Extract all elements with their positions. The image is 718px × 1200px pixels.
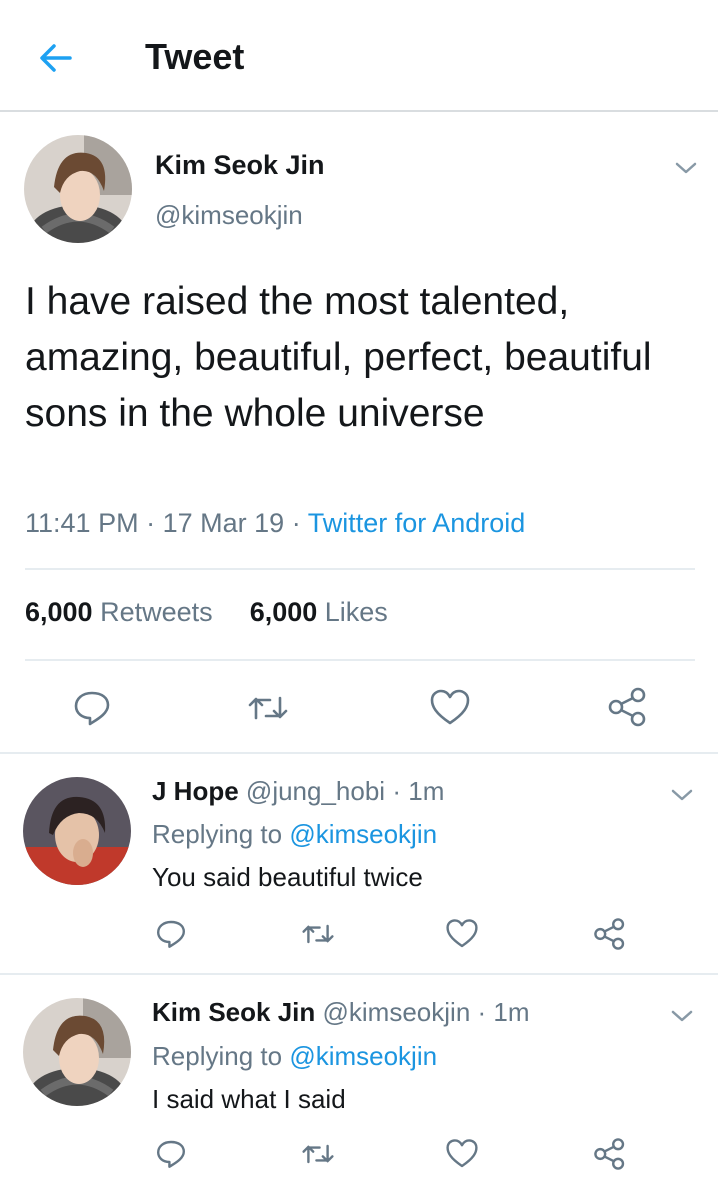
like-icon[interactable] (429, 688, 471, 728)
like-label[interactable]: Likes (325, 597, 388, 627)
meta-separator: · (291, 508, 301, 538)
tweet-time: 11:41 PM (25, 508, 139, 538)
reply-time: 1m (408, 776, 445, 806)
reply-author-avatar[interactable] (23, 998, 131, 1106)
retweet-icon[interactable] (300, 1138, 336, 1170)
divider (25, 568, 695, 570)
like-icon[interactable] (445, 918, 479, 950)
reply-icon[interactable] (155, 918, 187, 950)
chevron-down-icon[interactable] (674, 160, 698, 176)
reply-icon[interactable] (155, 1138, 187, 1170)
reply-author-name[interactable]: J Hope (152, 776, 239, 806)
divider (0, 973, 718, 975)
tweet-date: 17 Mar 19 (162, 508, 285, 538)
like-icon[interactable] (445, 1138, 479, 1170)
back-arrow-icon[interactable] (34, 36, 78, 80)
tweet-meta: 11:41 PM · 17 Mar 19 · Twitter for Andro… (25, 508, 525, 539)
retweet-icon[interactable] (300, 918, 336, 950)
reply-author-handle[interactable]: @kimseokjin (323, 997, 471, 1027)
page-title: Tweet (145, 36, 245, 77)
author-handle[interactable]: @kimseokjin (155, 200, 303, 231)
chevron-down-icon[interactable] (670, 1008, 694, 1024)
replying-to-prefix: Replying to (152, 819, 283, 849)
reply-text: You said beautiful twice (152, 862, 423, 892)
meta-separator: · (146, 508, 156, 538)
like-count[interactable]: 6,000 (250, 597, 318, 627)
share-icon[interactable] (593, 1137, 627, 1171)
divider (25, 659, 695, 661)
share-icon[interactable] (593, 917, 627, 951)
reply-text: I said what I said (152, 1084, 346, 1114)
chevron-down-icon[interactable] (670, 787, 694, 803)
reply-header: J Hope @jung_hobi · 1m (152, 776, 444, 807)
retweet-label[interactable]: Retweets (100, 597, 213, 627)
meta-separator: · (392, 776, 401, 806)
replying-to: Replying to @kimseokjin (152, 1041, 437, 1072)
meta-separator: · (477, 997, 487, 1027)
tweet-text: I have raised the most talented, amazing… (25, 280, 652, 435)
reply-author-name[interactable]: Kim Seok Jin (152, 997, 315, 1027)
replying-to-prefix: Replying to (152, 1041, 283, 1071)
replying-to-mention[interactable]: @kimseokjin (289, 819, 437, 849)
author-avatar[interactable] (24, 135, 132, 243)
retweet-icon[interactable] (246, 688, 290, 728)
tweet-source-link[interactable]: Twitter for Android (308, 508, 526, 538)
share-icon[interactable] (607, 686, 649, 728)
reply-author-handle[interactable]: @jung_hobi (246, 776, 385, 806)
divider (0, 752, 718, 754)
author-name[interactable]: Kim Seok Jin (155, 150, 325, 181)
tweet-stats: 6,000 Retweets 6,000 Likes (25, 597, 388, 628)
replying-to-mention[interactable]: @kimseokjin (289, 1041, 437, 1071)
top-app-bar: Tweet (0, 0, 718, 112)
replying-to: Replying to @kimseokjin (152, 819, 437, 850)
reply-time: 1m (493, 997, 530, 1027)
retweet-count[interactable]: 6,000 (25, 597, 93, 627)
reply-author-avatar[interactable] (23, 777, 131, 885)
reply-header: Kim Seok Jin @kimseokjin · 1m (152, 997, 530, 1028)
reply-icon[interactable] (72, 688, 112, 728)
